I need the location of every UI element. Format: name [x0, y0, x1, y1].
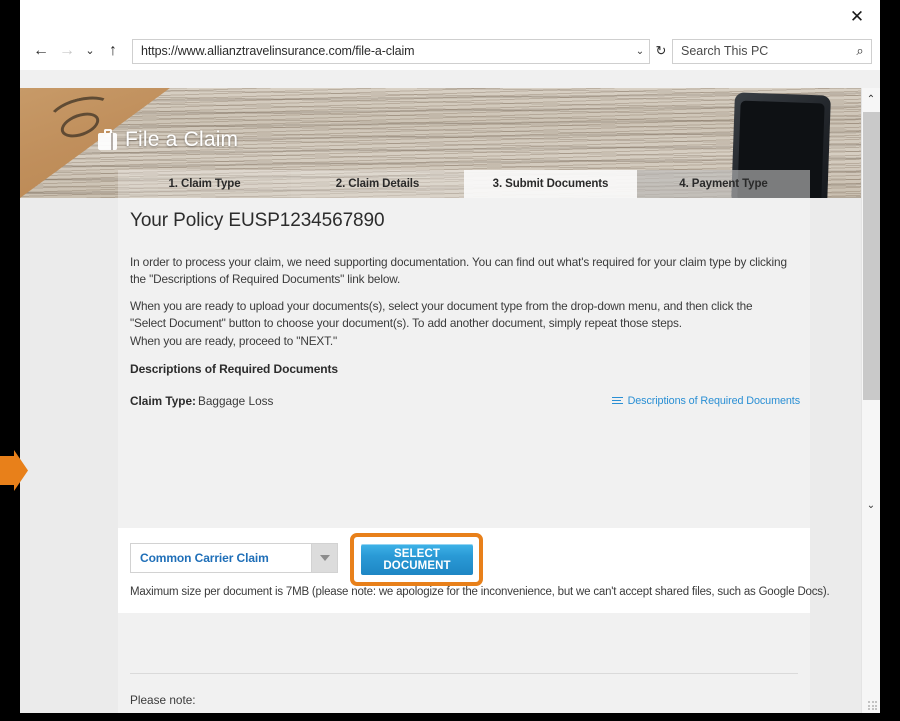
- back-icon[interactable]: ←: [28, 38, 54, 64]
- address-bar[interactable]: https://www.allianztravelinsurance.com/f…: [132, 38, 650, 64]
- reload-icon[interactable]: ↻: [650, 39, 672, 64]
- select-document-button[interactable]: SELECT DOCUMENT: [361, 544, 473, 575]
- instructions-paragraph-3: When you are ready, proceed to "NEXT.": [130, 334, 338, 348]
- tab-payment-type[interactable]: 4. Payment Type: [637, 170, 810, 198]
- page-scrollbar[interactable]: ⌃ ⌄: [861, 88, 880, 713]
- tab-claim-type[interactable]: 1. Claim Type: [118, 170, 291, 198]
- step-tabs: 1. Claim Type 2. Claim Details 3. Submit…: [118, 170, 810, 198]
- browser-window: ✕ ← → ⌄ ↑ https://www.allianztravelinsur…: [20, 0, 880, 713]
- list-lines-icon: [611, 396, 623, 406]
- tab-claim-details-label: 2. Claim Details: [335, 178, 420, 190]
- section-title-required-documents: Descriptions of Required Documents: [130, 362, 338, 376]
- tab-claim-type-label: 1. Claim Type: [168, 178, 241, 190]
- page-viewport: File a Claim 1. Claim Type 2. Claim Deta…: [20, 88, 880, 713]
- tab-claim-details[interactable]: 2. Claim Details: [291, 170, 464, 198]
- instructions-paragraph-1: In order to process your claim, we need …: [130, 255, 787, 286]
- orange-arrow-pointer: [0, 450, 28, 491]
- tab-submit-documents-label: 3. Submit Documents: [492, 178, 609, 190]
- scrollbar-thumb[interactable]: [863, 112, 880, 400]
- tab-payment-type-label: 4. Payment Type: [679, 178, 768, 190]
- max-size-note: Maximum size per document is 7MB (please…: [130, 586, 830, 598]
- claim-type-row: Claim Type: Baggage Loss Descriptions of…: [130, 394, 800, 412]
- claim-type-value: Baggage Loss: [198, 394, 274, 408]
- document-type-select[interactable]: Common Carrier Claim: [130, 543, 338, 573]
- chevron-down-icon[interactable]: ⌄: [631, 46, 649, 57]
- tab-submit-documents[interactable]: 3. Submit Documents: [464, 170, 637, 198]
- upload-card: Common Carrier Claim SELECT DOCUMENT Max…: [118, 528, 830, 613]
- chevron-down-icon[interactable]: [311, 544, 337, 572]
- page-title-label: File a Claim: [125, 128, 239, 151]
- descriptions-of-required-documents-link[interactable]: Descriptions of Required Documents: [611, 395, 801, 407]
- descriptions-link-label: Descriptions of Required Documents: [627, 395, 801, 407]
- history-dropdown-icon[interactable]: ⌄: [80, 38, 100, 64]
- url-text[interactable]: https://www.allianztravelinsurance.com/f…: [133, 44, 631, 58]
- page-title: File a Claim: [98, 128, 238, 152]
- policy-heading: Your Policy EUSP1234567890: [130, 210, 385, 231]
- forward-icon[interactable]: →: [54, 38, 80, 64]
- browser-titlebar: ✕: [20, 0, 880, 32]
- divider: [130, 673, 798, 674]
- briefcase-icon: [98, 129, 117, 150]
- search-icon[interactable]: ⌕: [849, 43, 871, 59]
- search-input[interactable]: Search This PC ⌕: [672, 38, 872, 64]
- scroll-down-icon[interactable]: ⌄: [862, 496, 880, 514]
- document-type-selected-value: Common Carrier Claim: [140, 551, 269, 565]
- claim-type-label: Claim Type:: [130, 394, 196, 408]
- search-input-value[interactable]: Search This PC: [673, 44, 849, 58]
- browser-navbar: ← → ⌄ ↑ https://www.allianztravelinsuran…: [20, 32, 880, 70]
- scroll-up-icon[interactable]: ⌃: [862, 90, 880, 108]
- chrome-divider: [20, 70, 880, 89]
- close-icon[interactable]: ✕: [840, 4, 874, 28]
- up-level-icon[interactable]: ↑: [100, 38, 126, 64]
- resize-grip[interactable]: [868, 701, 877, 710]
- screenshot-root: ✕ ← → ⌄ ↑ https://www.allianztravelinsur…: [0, 0, 900, 721]
- content-column: Your Policy EUSP1234567890 In order to p…: [118, 198, 830, 713]
- please-note-label: Please note:: [130, 693, 196, 707]
- instructions-paragraph-2: When you are ready to upload your docume…: [130, 299, 753, 330]
